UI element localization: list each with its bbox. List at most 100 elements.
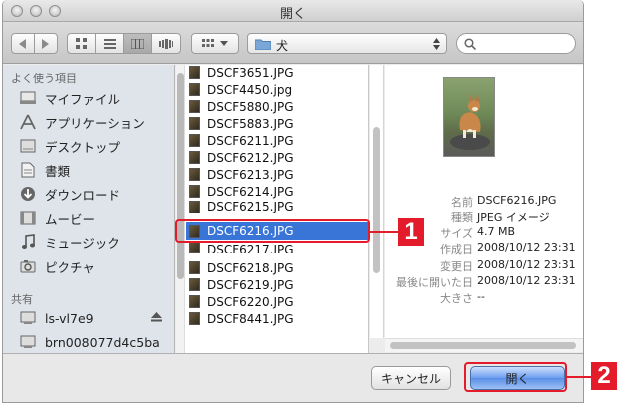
image-thumbnail-icon [189,66,200,79]
sidebar: よく使う項目 マイファイル アプリケーション デスクトップ 書類 ダウンロード … [3,65,175,353]
sidebar-item-music[interactable]: ミュージック [19,231,120,253]
pictures-icon [19,258,37,274]
sidebar-item-label: ダウンロード [45,187,121,203]
file-item[interactable]: DSCF6213.JPG [186,166,368,183]
back-button[interactable] [11,33,35,54]
file-item[interactable]: DSCF6212.JPG [186,149,368,166]
info-row-modified: 変更日 2008/10/12 23:31 [440,258,576,273]
favorites-header: よく使う項目 [11,72,77,85]
sidebar-item-label: ls-vl7e9 [45,310,94,326]
music-icon [19,234,37,250]
image-thumbnail-icon [189,83,200,96]
sidebar-item-documents[interactable]: 書類 [19,159,70,181]
desktop-icon [19,138,37,154]
sidebar-item-label: 書類 [45,163,71,179]
list-view-button[interactable] [95,33,124,54]
preview-image [443,77,495,157]
image-thumbnail-icon [189,134,200,147]
folder-icon [255,39,271,50]
network-computer-icon [19,310,37,326]
sidebar-item-label: デスクトップ [45,139,121,155]
search-field[interactable] [456,33,576,54]
file-item[interactable]: DSCF5883.JPG [186,115,368,132]
forward-button[interactable] [34,33,58,54]
list-view-icon [103,38,116,49]
title-bar: 開く [3,0,583,22]
icon-view-button[interactable] [67,33,96,54]
callout-1-badge: 1 [398,218,424,246]
location-popup[interactable]: 犬 [247,33,447,54]
coverflow-view-button[interactable] [151,33,181,54]
network-computer-icon [19,334,37,350]
sidebar-item-brn008077d4c5ba[interactable]: brn008077d4c5ba [19,331,160,353]
callout-2-badge: 2 [591,362,617,390]
sidebar-item-applications[interactable]: アプリケーション [19,111,145,133]
up-down-arrows-icon [433,38,440,50]
sidebar-item-downloads[interactable]: ダウンロード [19,183,120,205]
all-my-files-icon [19,90,37,106]
image-thumbnail-icon [189,100,200,113]
info-row-name: 名前 DSCF6216.JPG [451,194,557,209]
eject-icon[interactable] [151,312,162,322]
file-item[interactable]: DSCF6220.JPG [186,293,368,310]
window-title: 開く [279,7,306,22]
file-item[interactable]: DSCF6215.JPG [186,201,368,213]
horizontal-scroll-thumb[interactable] [390,342,576,349]
sidebar-item-pictures[interactable]: ピクチャ [19,255,95,277]
sidebar-item-desktop[interactable]: デスクトップ [19,135,120,157]
preview-scroll-thumb[interactable] [373,127,380,273]
toolbar: 犬 [3,22,583,64]
preview-pane: 名前 DSCF6216.JPG 種類 JPEG イメージ サイズ 4.7 MB … [385,65,583,338]
image-thumbnail-icon [189,117,200,130]
info-row-dimensions: 大きさ -- [440,290,485,305]
sidebar-item-label: ムービー [45,211,96,227]
file-item[interactable]: DSCF6214.JPG [186,183,368,200]
file-item[interactable]: DSCF5880.JPG [186,98,368,115]
image-thumbnail-icon [189,261,200,274]
image-thumbnail-icon [189,201,200,213]
sidebar-item-all-my-files[interactable]: マイファイル [19,87,120,109]
sidebar-item-label: マイファイル [45,91,121,107]
file-item[interactable]: DSCF6219.JPG [186,276,368,293]
arrange-menu-button[interactable] [191,33,239,54]
horizontal-scrollbar[interactable] [385,338,583,352]
callout-2-frame [464,362,567,392]
file-column-scroll-thumb[interactable] [177,73,184,279]
preview-column-scrollbar[interactable] [370,65,384,338]
sidebar-item-movies[interactable]: ムービー [19,207,95,229]
sidebar-item-label: ミュージック [45,235,120,251]
column-view-icon [131,38,144,49]
image-thumbnail-icon [189,185,200,198]
image-thumbnail-icon [189,151,200,164]
info-row-last-opened: 最後に開いた日 2008/10/12 23:31 [396,274,576,289]
file-item[interactable]: DSCF4450.jpg [186,81,368,98]
image-thumbnail-icon [189,312,200,325]
file-column: DSCF3651.JPG DSCF4450.jpg DSCF5880.JPG D… [176,65,369,353]
shared-header: 共有 [11,293,33,306]
callout-1-leader [370,231,398,233]
sidebar-item-label: アプリケーション [45,115,145,131]
sidebar-item-label: brn008077d4c5ba [45,334,160,350]
arrange-grid-icon [202,38,214,47]
file-column-scrollbar[interactable] [176,65,185,353]
applications-icon [19,114,37,130]
image-thumbnail-icon [189,168,200,181]
cancel-button[interactable]: キャンセル [371,366,451,390]
sidebar-item-label: ピクチャ [45,259,95,275]
file-item[interactable]: DSCF6211.JPG [186,132,368,149]
coverflow-view-icon [159,38,173,49]
movies-icon [19,210,37,226]
image-thumbnail-icon [189,278,200,291]
location-label: 犬 [276,39,289,53]
chevron-down-icon [220,40,228,46]
back-chevron-icon [19,38,26,49]
callout-2-leader [567,376,591,378]
sidebar-item-ls-vl7e9[interactable]: ls-vl7e9 [19,307,94,329]
forward-chevron-icon [42,38,49,49]
file-item[interactable]: DSCF8441.JPG [186,310,368,327]
open-dialog: 開く 犬 よく使う項目 マイファイル アプリケーション デスクトップ 書類 ダウ… [2,0,584,403]
file-item[interactable]: DSCF3651.JPG [186,65,368,81]
file-item[interactable]: DSCF6218.JPG [186,259,368,276]
column-view-button[interactable] [123,33,152,54]
image-thumbnail-icon [189,295,200,308]
